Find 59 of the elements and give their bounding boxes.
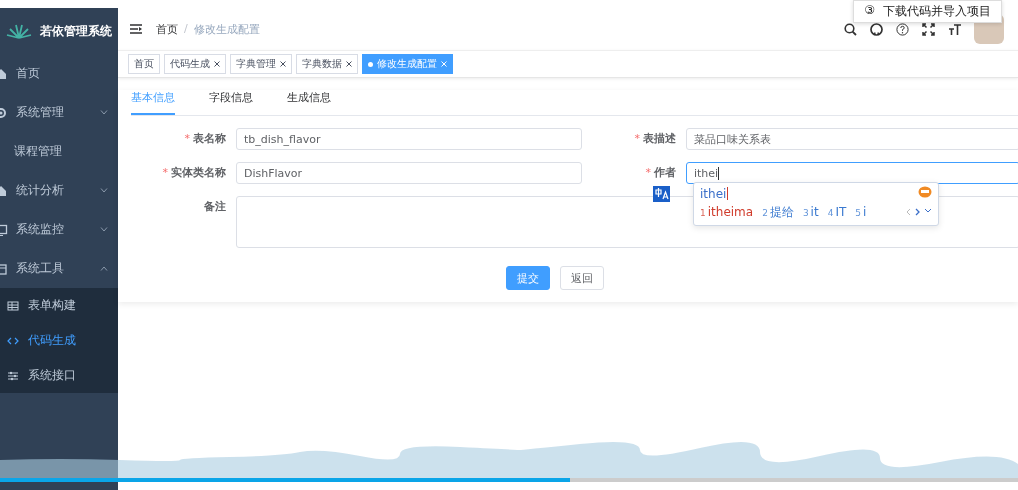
submenu-item[interactable]: 系统接口	[0, 358, 118, 393]
chevron-icon	[100, 266, 108, 271]
translate-icon[interactable]	[653, 186, 670, 202]
ime-candidate[interactable]: 3 it	[802, 205, 819, 219]
next-page-icon[interactable]	[915, 208, 920, 216]
close-icon[interactable]	[346, 61, 352, 67]
required-asterisk: *	[634, 132, 640, 145]
sidebar-item[interactable]: 系统管理	[0, 93, 118, 132]
chevron-icon	[100, 188, 108, 193]
chevron-icon	[100, 227, 108, 232]
input-field[interactable]: 菜品口味关系表	[686, 128, 1018, 150]
leaf-logo-icon	[6, 23, 32, 39]
field-label-text: 作者	[654, 166, 676, 179]
ime-candidate[interactable]: 1 itheima	[700, 205, 754, 219]
field-label-text: 表描述	[643, 132, 676, 145]
required-asterisk: *	[645, 166, 651, 179]
progress-track[interactable]	[0, 478, 1018, 482]
close-icon[interactable]	[214, 61, 220, 67]
submenu-item[interactable]: 表单构建	[0, 288, 118, 323]
step-number: ③	[864, 3, 875, 19]
table-icon	[6, 298, 20, 313]
field-label-text: 备注	[204, 200, 226, 213]
page-tab[interactable]: 代码生成	[164, 54, 226, 74]
sidebar-item[interactable]: 课程管理	[0, 132, 118, 171]
expand-icon[interactable]	[924, 208, 932, 213]
page-tab[interactable]: 字典管理	[230, 54, 292, 74]
required-asterisk: *	[162, 166, 168, 179]
ime-logo-icon	[918, 186, 932, 198]
field-label-text: 表名称	[193, 132, 226, 145]
search-icon[interactable]	[844, 22, 857, 36]
sidebar-item[interactable]: 系统工具	[0, 249, 118, 288]
page-tab[interactable]: 首页	[128, 54, 160, 74]
input-field[interactable]: tb_dish_flavor	[236, 128, 582, 150]
sidebar-item[interactable]: 统计分析	[0, 171, 118, 210]
menu-icon[interactable]	[130, 24, 142, 34]
back-button[interactable]: 返回	[559, 266, 604, 290]
breadcrumb-separator: /	[184, 21, 188, 37]
chevron-icon	[100, 110, 108, 115]
round-logo-icon[interactable]	[870, 22, 883, 36]
close-icon[interactable]	[280, 61, 286, 67]
ime-candidate[interactable]: 4 IT	[827, 205, 847, 219]
app-title: 若依管理系统	[40, 22, 112, 40]
ime-composition: ithei	[700, 186, 727, 201]
ime-candidate[interactable]: 5 i	[855, 205, 867, 219]
breadcrumb-link[interactable]: 首页	[156, 21, 178, 37]
required-asterisk: *	[184, 132, 190, 145]
tooltip-text: 下载代码并导入项目	[883, 3, 991, 20]
sidebar-item[interactable]: 首页	[0, 54, 118, 93]
page-tab[interactable]: 字典数据	[296, 54, 358, 74]
form-tab[interactable]: 生成信息	[287, 90, 331, 115]
font-size-icon[interactable]	[948, 22, 961, 36]
help-icon[interactable]	[896, 22, 909, 36]
field-label-text: 实体类名称	[171, 166, 226, 179]
sidebar-item[interactable]: 系统监控	[0, 210, 118, 249]
form-tab[interactable]: 字段信息	[209, 90, 253, 115]
ime-candidate[interactable]: 2 提给	[762, 203, 794, 221]
fullscreen-icon[interactable]	[922, 22, 935, 36]
input-field[interactable]: DishFlavor	[236, 162, 582, 184]
submenu-item[interactable]: 代码生成	[0, 323, 118, 358]
